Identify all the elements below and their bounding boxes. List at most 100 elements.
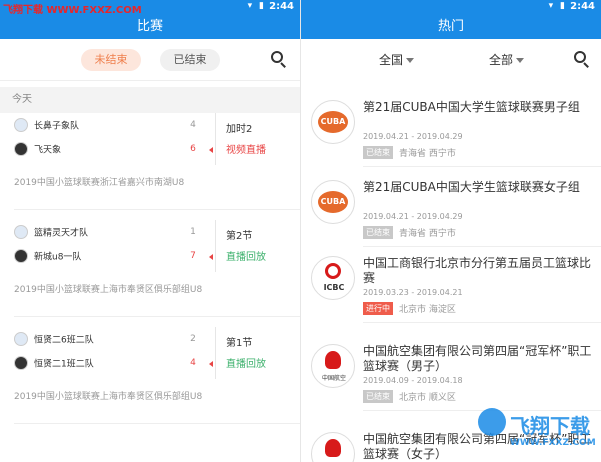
event-logo [311,432,355,462]
away-team: 恒贤二1班二队 [14,356,94,372]
wifi-signal-icon: ▾ ▮ [548,1,567,11]
match-stage: 第1节 [226,338,253,349]
event-logo: ICBC [311,256,355,300]
row-separator [14,209,300,210]
home-team: 恒贤二6班二队 [14,332,94,348]
away-score: 7 [190,251,196,261]
page-title: 比赛 [0,14,300,39]
brand-logo-icon [478,408,506,436]
category-dropdown-label: 全部 [489,53,514,67]
event-dates: 2019.04.21 - 2019.04.29 [363,132,463,141]
match-filter-bar: 未结束 已结束 [0,39,300,81]
home-score: 2 [190,334,196,344]
match-card[interactable]: 篮精灵天才队 新城u8一队 1 7 第2节直播回放 2019中国小篮球联赛上海市奉贤区俱乐… [0,220,300,317]
home-team: 篮精灵天才队 [14,225,88,241]
leading-indicator-icon [209,361,213,367]
event-title: 中国航空集团有限公司第四届“冠军杯”职工篮球赛（男子） [363,344,592,373]
cuba-logo-icon: CUBA [318,111,348,133]
air-china-logo-text: 中国航空 [321,375,346,382]
team-logo-icon [14,249,28,263]
caret-down-icon [406,58,415,63]
event-dates: 2019.04.21 - 2019.04.29 [363,212,463,221]
event-location: 北京市 顺义区 [399,393,456,403]
status-time: 2:44 [570,1,595,12]
team-logo-icon [14,225,28,239]
event-status-badge: 进行中 [363,302,393,315]
event-title: 第21届CUBA中国大学生篮球联赛男子组 [363,100,580,114]
event-status-badge: 已结束 [363,146,393,159]
match-card[interactable]: 恒贤二6班二队 恒贤二1班二队 2 4 第1节直播回放 2019中国小篮球联赛上海市奉贤区… [0,327,300,424]
row-separator [363,246,601,247]
icbc-logo-text: ICBC [323,283,345,292]
match-stage: 加时2 [226,124,253,135]
filter-unfinished-button[interactable]: 未结束 [81,49,141,71]
section-header-today: 今天 [0,87,300,113]
broadcast-link[interactable]: 直播回放 [226,355,266,370]
cuba-logo-icon: CUBA [318,191,348,213]
status-bar: 飞翔下载 WWW.FXXZ.COM ▾ ▮ 2:44 [0,0,300,16]
event-title: 第21届CUBA中国大学生篮球联赛女子组 [363,180,580,194]
region-dropdown[interactable]: 全国 [379,51,415,68]
home-score: 1 [190,227,196,237]
search-icon[interactable] [573,50,591,68]
watermark-logo: 飞翔下载 WWW.FXXZ.COM [478,408,596,454]
home-team-name: 恒贤二6班二队 [34,335,94,346]
event-location: 青海省 西宁市 [399,229,456,239]
team-logo-icon [14,356,28,370]
event-logo: CUBA [311,180,355,224]
event-status-badge: 已结束 [363,226,393,239]
air-china-logo-icon [325,351,341,369]
event-logo: CUBA [311,100,355,144]
team-logo-icon [14,142,28,156]
match-stage: 第2节 [226,231,253,242]
home-team-name: 篮精灵天才队 [34,228,89,239]
row-separator [363,166,601,167]
wifi-signal-icon: ▾ ▮ [247,1,266,11]
event-location: 青海省 西宁市 [399,149,456,159]
match-divider [215,113,216,165]
away-team: 飞天象 [14,142,61,158]
match-divider [215,220,216,272]
home-team: 长鼻子象队 [14,118,79,134]
home-score: 4 [190,120,196,130]
status-bar: ▾ ▮ 2:44 [301,0,601,14]
air-china-logo-icon [325,439,341,457]
league-name: 2019中国小篮球联赛上海市奉贤区俱乐部组U8 [14,285,203,295]
region-dropdown-label: 全国 [379,53,404,67]
matches-panel: 飞翔下载 WWW.FXXZ.COM ▾ ▮ 2:44 比赛 未结束 已结束 今天… [0,0,300,462]
match-card[interactable]: 长鼻子象队飞天象 4 6 加时2 视频直播 2019中国小篮球联赛浙江省嘉兴市南湖U8 [0,113,300,210]
match-divider [215,327,216,379]
event-location: 北京市 海淀区 [399,305,456,315]
watermark-brand: 飞翔下载 [510,414,590,438]
status-time: 2:44 [269,1,294,12]
away-team-name: 新城u8一队 [34,252,82,263]
league-name: 2019中国小篮球联赛浙江省嘉兴市南湖U8 [14,178,185,188]
leading-indicator-icon [209,147,213,153]
away-score: 6 [190,144,196,154]
event-dates: 2019.03.23 - 2019.04.21 [363,288,463,297]
away-team-name: 飞天象 [34,145,62,156]
watermark-text: 飞翔下载 WWW.FXXZ.COM [3,5,142,16]
event-filter-bar: 全国 全部 [301,39,601,81]
broadcast-link[interactable]: 视频直播 [226,141,266,156]
caret-down-icon [516,58,525,63]
row-separator [363,322,601,323]
leading-indicator-icon [209,254,213,260]
event-logo: 中国航空 [311,344,355,388]
team-logo-icon [14,332,28,346]
category-dropdown[interactable]: 全部 [489,51,525,68]
event-status-badge: 已结束 [363,390,393,403]
row-separator [14,423,300,424]
away-score: 4 [190,358,196,368]
search-icon[interactable] [270,50,288,68]
home-team-name: 长鼻子象队 [34,121,80,132]
icbc-logo-icon [325,263,341,279]
away-team-name: 恒贤二1班二队 [34,359,94,370]
league-name: 2019中国小篮球联赛上海市奉贤区俱乐部组U8 [14,392,203,402]
watermark-url: WWW.FXXZ.COM [510,438,596,448]
hot-events-panel: ▾ ▮ 2:44 热门 全国 全部 CUBA 第21届CUBA中国大学生篮球联赛男… [301,0,601,462]
event-dates: 2019.04.09 - 2019.04.18 [363,376,463,385]
team-logo-icon [14,118,28,132]
broadcast-link[interactable]: 直播回放 [226,248,266,263]
filter-finished-button[interactable]: 已结束 [160,49,220,71]
